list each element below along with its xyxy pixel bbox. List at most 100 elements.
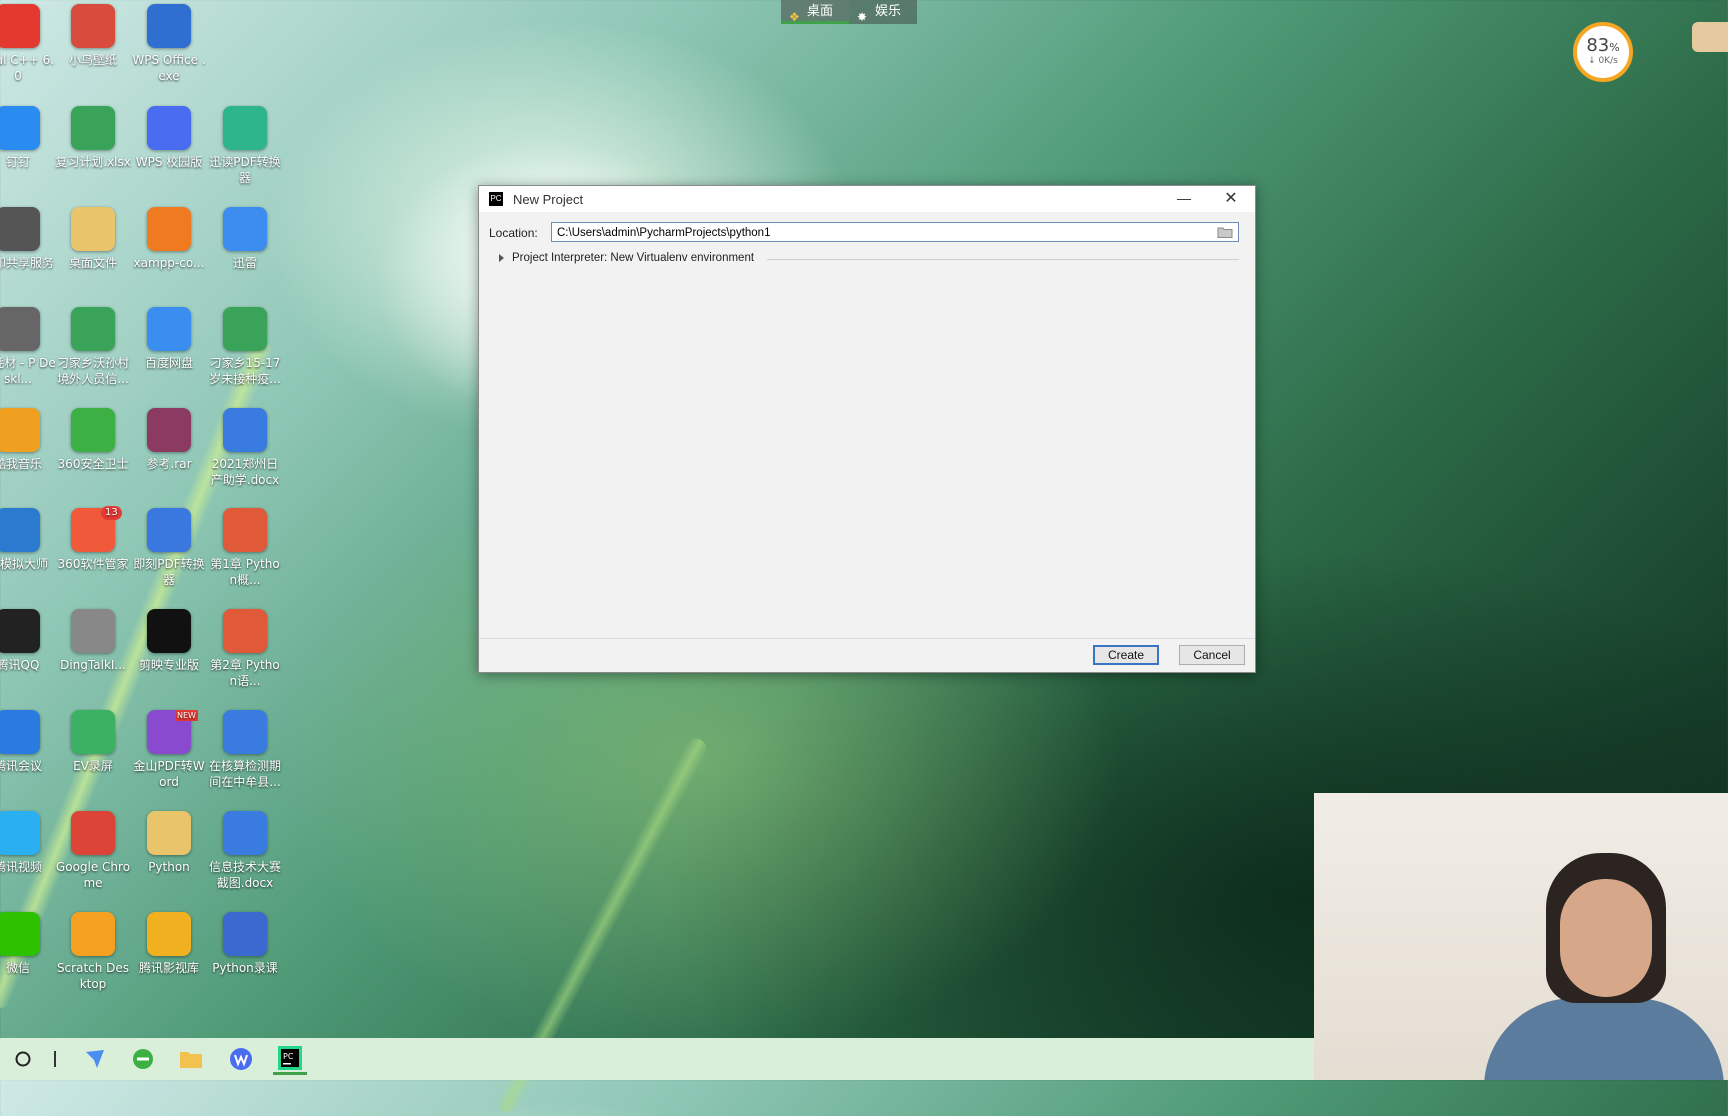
project-interpreter-toggle[interactable]: Project Interpreter: New Virtualenv envi… — [499, 252, 754, 264]
desktop-icon[interactable]: Python录课 — [207, 912, 283, 976]
webcam-overlay — [1314, 793, 1728, 1080]
desktop-icon[interactable]: WPS 校园版 — [131, 106, 207, 170]
app-icon — [0, 207, 40, 251]
desktop-icon[interactable]: 小鸟壁纸 — [55, 4, 131, 68]
desktop-icon-label: 剪映专业版 — [138, 658, 199, 672]
app-icon — [71, 207, 115, 251]
file-explorer-icon[interactable] — [174, 1043, 208, 1075]
desktop-icon[interactable]: 360安全卫士 — [55, 408, 131, 472]
desktop-icon-label: sual C++ 6.0 — [0, 53, 55, 83]
windows-icon: ❖ — [789, 10, 800, 24]
desktop-icon[interactable]: 腾讯影视库 — [131, 912, 207, 976]
desktop-icon[interactable]: 腾讯视频 — [0, 811, 56, 875]
app-icon — [0, 307, 40, 351]
network-speed-widget[interactable]: 83% ↓ 0K/s — [1573, 22, 1633, 82]
dialog-title: New Project — [513, 192, 584, 207]
desktop-icon[interactable]: 即刻PDF转换器 — [131, 508, 207, 588]
desktop-icon[interactable]: 剪映专业版 — [131, 609, 207, 673]
desktop-icon[interactable]: 腾讯会议 — [0, 710, 56, 774]
notification-badge: 13 — [101, 506, 122, 520]
folder-browse-icon[interactable] — [1217, 226, 1233, 238]
desktop-icon[interactable]: Python — [131, 811, 207, 875]
desktop-icon[interactable]: Scratch Desktop — [55, 912, 131, 992]
desktop-icon[interactable]: 迅雷 — [207, 207, 283, 271]
expand-arrow-icon — [499, 253, 504, 262]
presenter-body — [1484, 998, 1724, 1080]
project-interpreter-label: Project Interpreter: New Virtualenv envi… — [512, 252, 755, 264]
desktop-icon[interactable]: EV录屏 — [55, 710, 131, 774]
desktop-icon-label: 刁家乡15-17岁未接种疫... — [209, 356, 281, 386]
desktop-icon[interactable]: 酷我音乐 — [0, 408, 56, 472]
pycharm-icon: PC — [489, 192, 503, 206]
camera-icon[interactable] — [1692, 22, 1728, 52]
location-label: Location: — [489, 226, 538, 240]
desktop-icon[interactable]: 机模拟大师 — [0, 508, 56, 572]
desktop-icon-label: 在核算检测期间在中牟县... — [208, 759, 281, 789]
app-icon — [223, 508, 267, 552]
desktop-icon-label: 买耗材 - P Deskl... — [0, 356, 56, 386]
desktop-icon[interactable]: 迅读PDF转换器 — [207, 106, 283, 186]
dialog-title-bar[interactable]: PC New Project — ✕ — [479, 186, 1255, 212]
app-icon — [71, 710, 115, 754]
desktop-icon-label: Python — [148, 860, 190, 874]
desktop-icon[interactable]: 腾讯QQ — [0, 609, 56, 673]
app-icon — [223, 811, 267, 855]
desktop-icon[interactable]: 刁家乡沃孙村境外人员信... — [55, 307, 131, 387]
tab-entertainment[interactable]: ✸ 娱乐 — [849, 0, 918, 24]
360-browser-icon[interactable] — [126, 1043, 160, 1075]
wps-icon[interactable] — [224, 1043, 258, 1075]
desktop-icon[interactable]: 参考.rar — [131, 408, 207, 472]
desktop-icon[interactable]: 钉钉 — [0, 106, 56, 170]
location-field[interactable] — [551, 222, 1239, 242]
desktop-icon[interactable]: Google Chrome — [55, 811, 131, 891]
star-icon: ✸ — [857, 10, 868, 24]
desktop-icon[interactable]: sual C++ 6.0 — [0, 4, 56, 84]
desktop-icon-label: 金山PDF转Word — [133, 759, 205, 789]
desktop-icon[interactable]: WPS Office .exe — [131, 4, 207, 84]
memory-percent: 83% — [1586, 35, 1620, 56]
desktop-icon-label: Python录课 — [212, 961, 278, 975]
desktop-icon[interactable]: 微信 — [0, 912, 56, 976]
desktop-icon-label: 机模拟大师 — [0, 557, 48, 571]
desktop-icon[interactable]: 第1章 Python概... — [207, 508, 283, 588]
thunder-icon[interactable] — [78, 1043, 112, 1075]
close-button[interactable]: ✕ — [1214, 186, 1248, 212]
location-input[interactable] — [552, 224, 1197, 242]
app-icon — [147, 207, 191, 251]
desktop-icon-label: 腾讯视频 — [0, 860, 42, 874]
desktop-icon[interactable]: DingTalkI... — [55, 609, 131, 673]
desktop-icon[interactable]: xampp-co... — [131, 207, 207, 271]
desktop-icon-label: 复习计划.xlsx — [55, 155, 131, 169]
cancel-button[interactable]: Cancel — [1179, 645, 1245, 665]
app-icon — [223, 912, 267, 956]
desktop-icon[interactable]: 金山PDF转Word NEW — [131, 710, 207, 790]
app-icon — [223, 307, 267, 351]
desktop-icon[interactable]: 2021郑州日产助学.docx — [207, 408, 283, 488]
app-icon — [147, 811, 191, 855]
desktop-icon-label: 桌面文件 — [68, 256, 117, 270]
desktop-icon[interactable]: 买耗材 - P Deskl... — [0, 307, 56, 387]
desktop-icon[interactable]: 在核算检测期间在中牟县... — [207, 710, 283, 790]
create-button[interactable]: Create — [1093, 645, 1159, 665]
desktop-icon[interactable]: 桌面文件 — [55, 207, 131, 271]
desktop-icon[interactable]: 百度网盘 — [131, 307, 207, 371]
desktop-icon[interactable]: 打印共享服务 — [0, 207, 56, 271]
desktop-icon[interactable]: 信息技术大赛截图.docx — [207, 811, 283, 891]
desktop-icon-label: 腾讯QQ — [0, 658, 40, 672]
minimize-button[interactable]: — — [1169, 186, 1199, 212]
desktop-icon-label: 腾讯影视库 — [138, 961, 199, 975]
search-icon[interactable] — [6, 1043, 40, 1075]
tab-desktop[interactable]: ❖ 桌面 — [781, 0, 850, 24]
desktop-icon-label: DingTalkI... — [60, 658, 126, 672]
task-view-icon[interactable] — [38, 1043, 72, 1075]
pycharm-taskbar-icon[interactable]: PC — [273, 1043, 307, 1075]
app-icon — [71, 811, 115, 855]
app-icon — [71, 4, 115, 48]
desktop-icon-label: WPS Office .exe — [132, 53, 206, 83]
app-icon — [0, 609, 40, 653]
desktop-icon[interactable]: 360软件管家 13 — [55, 506, 131, 572]
desktop-icon-label: 小鸟壁纸 — [68, 53, 117, 67]
desktop-icon[interactable]: 复习计划.xlsx — [55, 106, 131, 170]
desktop-icon[interactable]: 第2章 Python语... — [207, 609, 283, 689]
desktop-icon[interactable]: 刁家乡15-17岁未接种疫... — [207, 307, 283, 387]
